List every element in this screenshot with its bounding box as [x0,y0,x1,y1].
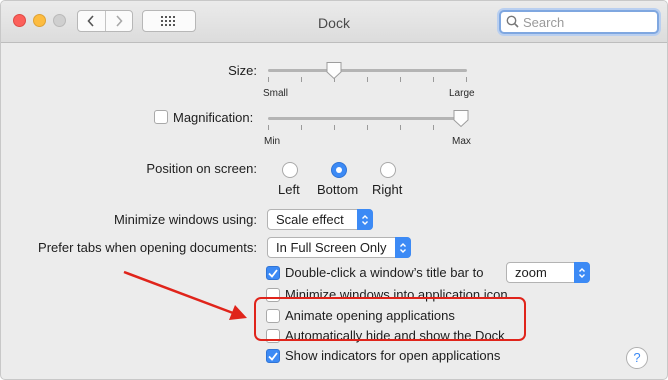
preferences-window: Dock Size: Small Large Magnification: Mi… [0,0,668,380]
annotation-arrow-icon [123,270,247,320]
